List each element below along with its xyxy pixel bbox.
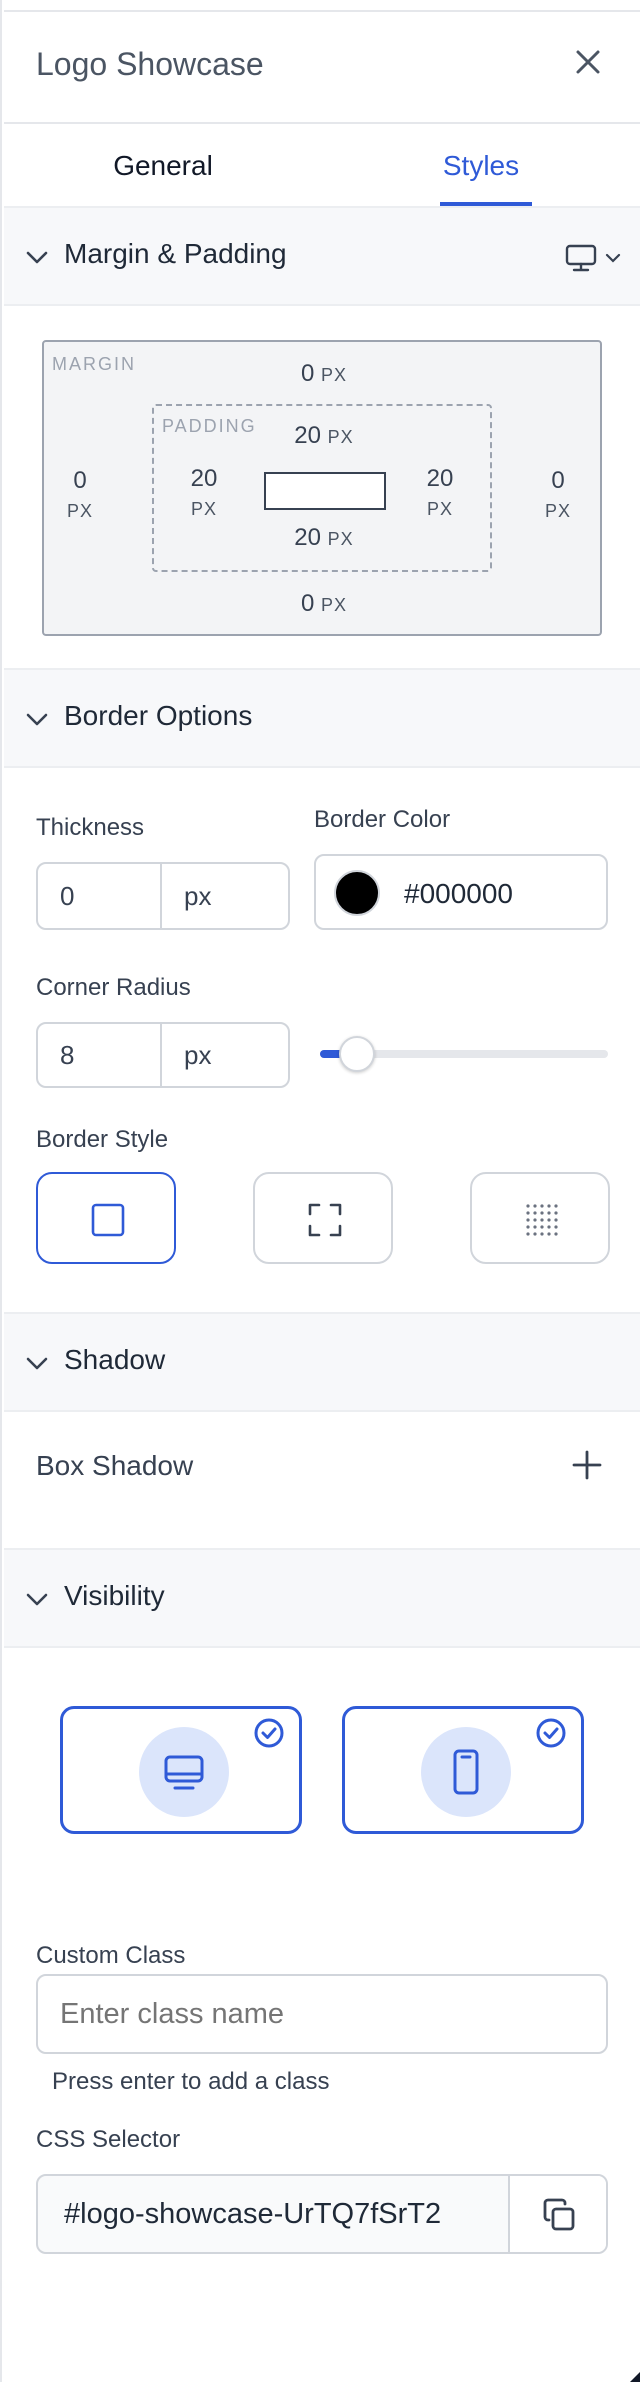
border-style-solid-button[interactable]	[36, 1172, 176, 1264]
padding-bottom-value[interactable]: 20 PX	[264, 524, 384, 552]
padding-box: PADDING 20 PX 20 PX 20 PX 20 PX	[152, 404, 492, 572]
chevron-down-icon	[604, 250, 622, 266]
border-color-value: #000000	[404, 878, 514, 909]
padding-right-number: 20	[426, 465, 454, 492]
thickness-field: 0 px	[36, 862, 290, 930]
check-circle-icon	[253, 1717, 285, 1749]
border-style-dotted-button[interactable]	[470, 1172, 610, 1264]
dotted-border-icon	[524, 1202, 560, 1238]
padding-right-unit: PX	[426, 499, 453, 519]
tab-styles[interactable]: Styles	[322, 124, 640, 208]
padding-bottom-unit: PX	[327, 529, 354, 549]
resize-grip-icon[interactable]	[612, 2352, 640, 2382]
chevron-down-icon	[24, 1586, 50, 1612]
chevron-down-icon	[24, 1350, 50, 1376]
margin-right-unit: PX	[544, 501, 571, 521]
padding-left-number: 20	[190, 465, 218, 492]
section-title: Border Options	[64, 700, 253, 731]
corner-radius-label: Corner Radius	[36, 974, 191, 1001]
device-switcher[interactable]	[564, 242, 624, 274]
corner-radius-input[interactable]: 8	[38, 1024, 162, 1086]
tab-general-label: General	[113, 150, 213, 181]
padding-top-unit: PX	[327, 427, 354, 447]
border-color-label: Border Color	[314, 806, 451, 833]
custom-class-hint: Press enter to add a class	[52, 2068, 330, 2095]
margin-left-value[interactable]: 0 PX	[50, 466, 110, 526]
border-color-picker[interactable]: #000000	[314, 854, 608, 930]
chevron-down-icon	[24, 706, 50, 732]
custom-class-label: Custom Class	[36, 1942, 186, 1969]
chevron-down-icon	[24, 244, 50, 270]
margin-top-unit: PX	[321, 365, 348, 385]
copy-icon	[540, 2196, 578, 2234]
margin-top-number: 0	[300, 360, 315, 387]
section-title: Visibility	[64, 1580, 165, 1611]
copy-button[interactable]	[508, 2176, 606, 2252]
margin-right-number: 0	[551, 467, 565, 494]
padding-top-number: 20	[294, 422, 321, 449]
visibility-mobile-toggle[interactable]	[342, 1706, 584, 1834]
padding-bottom-number: 20	[294, 524, 321, 551]
solid-border-icon	[90, 1202, 126, 1238]
content-box	[264, 472, 386, 510]
border-style-label: Border Style	[36, 1126, 169, 1153]
section-visibility-header[interactable]: Visibility	[4, 1548, 640, 1648]
padding-left-unit: PX	[190, 499, 217, 519]
section-title: Margin & Padding	[64, 238, 287, 269]
section-title: Shadow	[64, 1344, 166, 1375]
padding-right-value[interactable]: 20 PX	[410, 464, 470, 524]
custom-class-input[interactable]	[38, 1976, 606, 2052]
custom-class-field	[36, 1974, 608, 2054]
tab-general[interactable]: General	[4, 124, 322, 208]
mobile-icon	[421, 1727, 511, 1817]
css-selector-field: #logo-showcase-UrTQ7fSrT2	[36, 2174, 608, 2254]
margin-left-unit: PX	[66, 501, 93, 521]
margin-bottom-number: 0	[300, 590, 315, 617]
desktop-icon	[139, 1727, 229, 1817]
section-border-options-header[interactable]: Border Options	[4, 668, 640, 768]
corners-border-icon	[307, 1202, 343, 1238]
css-selector-label: CSS Selector	[36, 2126, 181, 2153]
thickness-unit-select[interactable]: px	[162, 864, 288, 928]
thickness-input[interactable]: 0	[38, 864, 162, 928]
panel-title: Logo Showcase	[36, 46, 264, 82]
thickness-label: Thickness	[36, 814, 145, 841]
margin-bottom-value[interactable]: 0 PX	[264, 590, 384, 618]
padding-left-value[interactable]: 20 PX	[174, 464, 234, 524]
close-icon[interactable]	[570, 44, 606, 80]
desktop-icon	[564, 242, 598, 274]
corner-radius-slider[interactable]	[320, 1036, 608, 1072]
margin-box: MARGIN 0 PX 0 PX 0 PX 0 PX PADDING 20 PX	[42, 340, 602, 636]
margin-left-number: 0	[73, 467, 87, 494]
corner-radius-field: 8 px	[36, 1022, 290, 1088]
box-shadow-label: Box Shadow	[36, 1450, 194, 1481]
margin-label: MARGIN	[52, 354, 136, 374]
check-circle-icon	[535, 1717, 567, 1749]
section-shadow-header[interactable]: Shadow	[4, 1312, 640, 1412]
margin-bottom-unit: PX	[321, 595, 348, 615]
padding-label: PADDING	[162, 416, 257, 436]
top-divider	[4, 10, 640, 12]
margin-top-value[interactable]: 0 PX	[264, 360, 384, 388]
visibility-desktop-toggle[interactable]	[60, 1706, 302, 1834]
margin-right-value[interactable]: 0 PX	[528, 466, 588, 526]
border-style-corners-button[interactable]	[253, 1172, 393, 1264]
padding-top-value[interactable]: 20 PX	[264, 422, 384, 450]
css-selector-value[interactable]: #logo-showcase-UrTQ7fSrT2	[64, 2198, 441, 2231]
section-margin-padding-header[interactable]: Margin & Padding	[4, 206, 640, 306]
plus-icon[interactable]	[570, 1448, 604, 1482]
color-swatch[interactable]	[334, 870, 380, 916]
settings-panel: Logo Showcase General Styles Margin & Pa…	[0, 0, 640, 2382]
tab-styles-label: Styles	[442, 150, 520, 181]
slider-thumb[interactable]	[339, 1036, 375, 1072]
corner-radius-unit-select[interactable]: px	[162, 1024, 288, 1086]
